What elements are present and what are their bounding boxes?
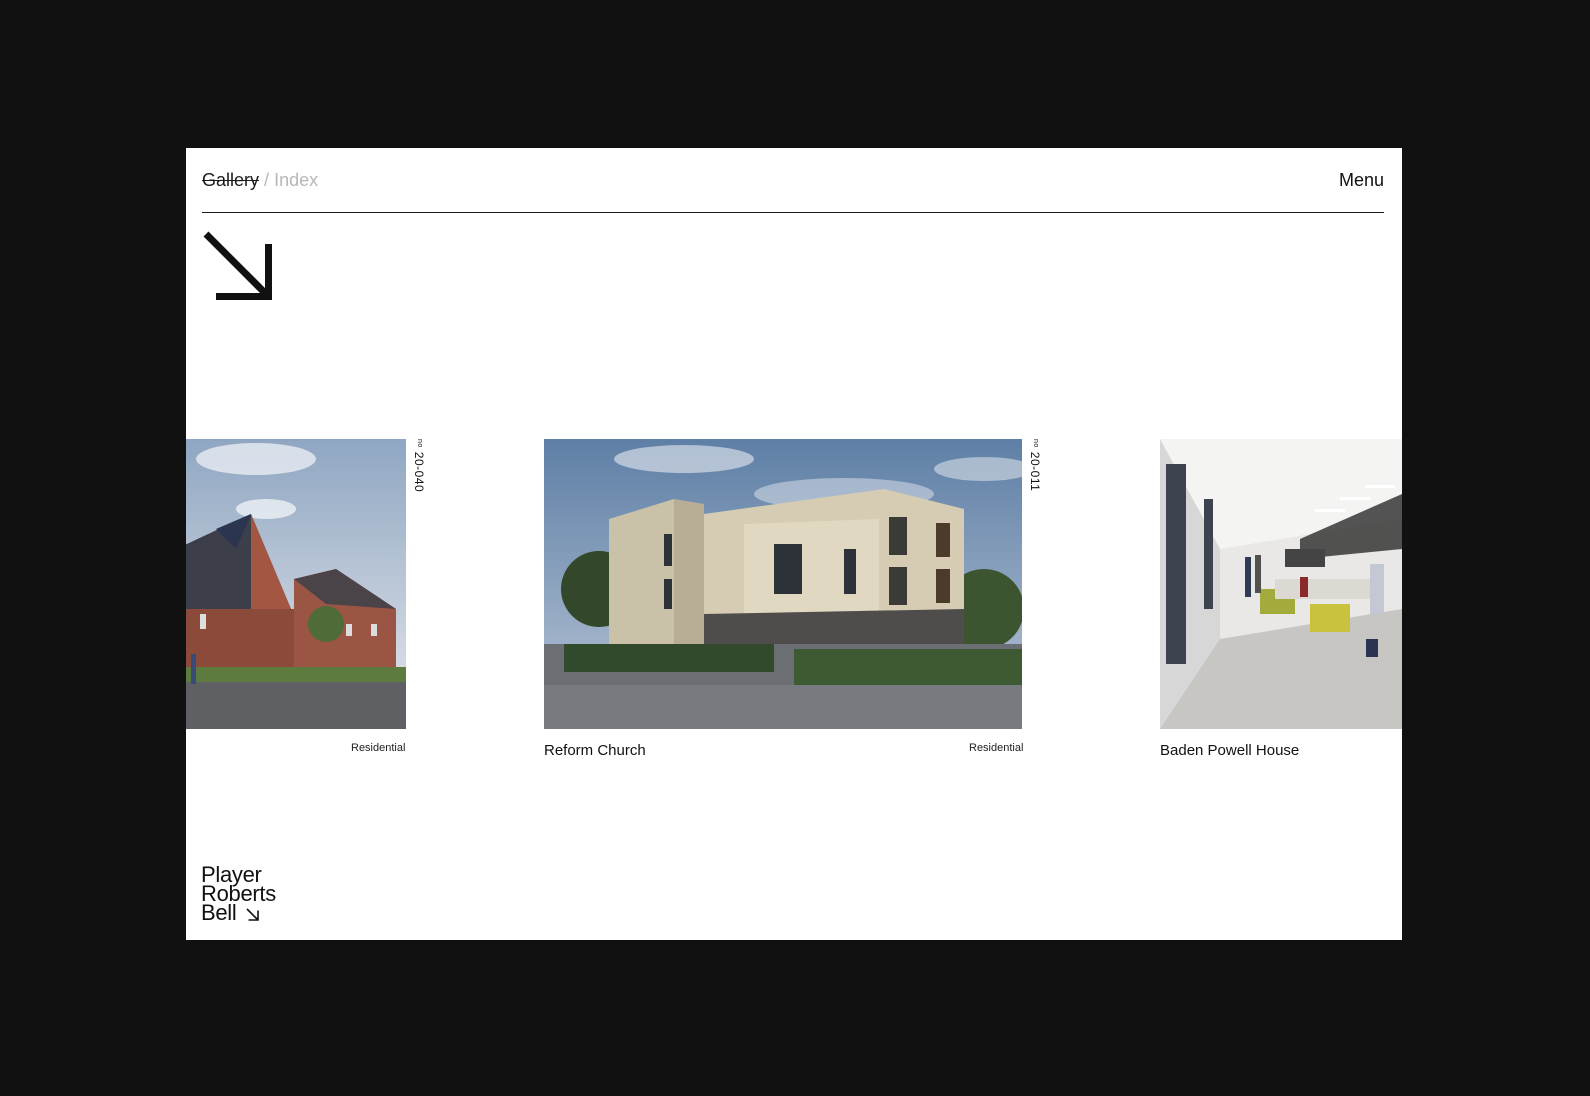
project-image-baden-powell-house[interactable] bbox=[1160, 439, 1402, 729]
gallery-link[interactable]: Gallery bbox=[202, 170, 259, 190]
arrow-down-right-icon bbox=[246, 908, 260, 921]
project-reference-number: 20-011 bbox=[1028, 451, 1042, 492]
page-frame: Gallery / Index Menu Residential no20-04… bbox=[186, 148, 1402, 940]
project-category: Residential bbox=[969, 742, 1024, 754]
top-bar: Gallery / Index Menu bbox=[202, 148, 1384, 213]
project-reference: no20-040 bbox=[412, 439, 426, 493]
index-link[interactable]: Index bbox=[274, 170, 318, 190]
arrow-down-right-icon bbox=[203, 231, 272, 300]
project-title[interactable]: Baden Powell House bbox=[1160, 742, 1299, 759]
breadcrumb-separator: / bbox=[264, 170, 270, 190]
menu-button[interactable]: Menu bbox=[1339, 169, 1384, 191]
project-title[interactable]: Reform Church bbox=[544, 742, 646, 759]
project-category: Residential bbox=[351, 742, 406, 754]
logo-line: Bell bbox=[201, 900, 237, 925]
project-image-houses[interactable] bbox=[186, 439, 406, 729]
project-reference-number: 20-040 bbox=[412, 451, 426, 493]
breadcrumb: Gallery / Index bbox=[202, 169, 318, 191]
project-reference: no20-011 bbox=[1028, 439, 1042, 492]
logo[interactable]: Player Roberts Bell bbox=[201, 864, 276, 925]
project-image-reform-church[interactable] bbox=[544, 439, 1022, 729]
